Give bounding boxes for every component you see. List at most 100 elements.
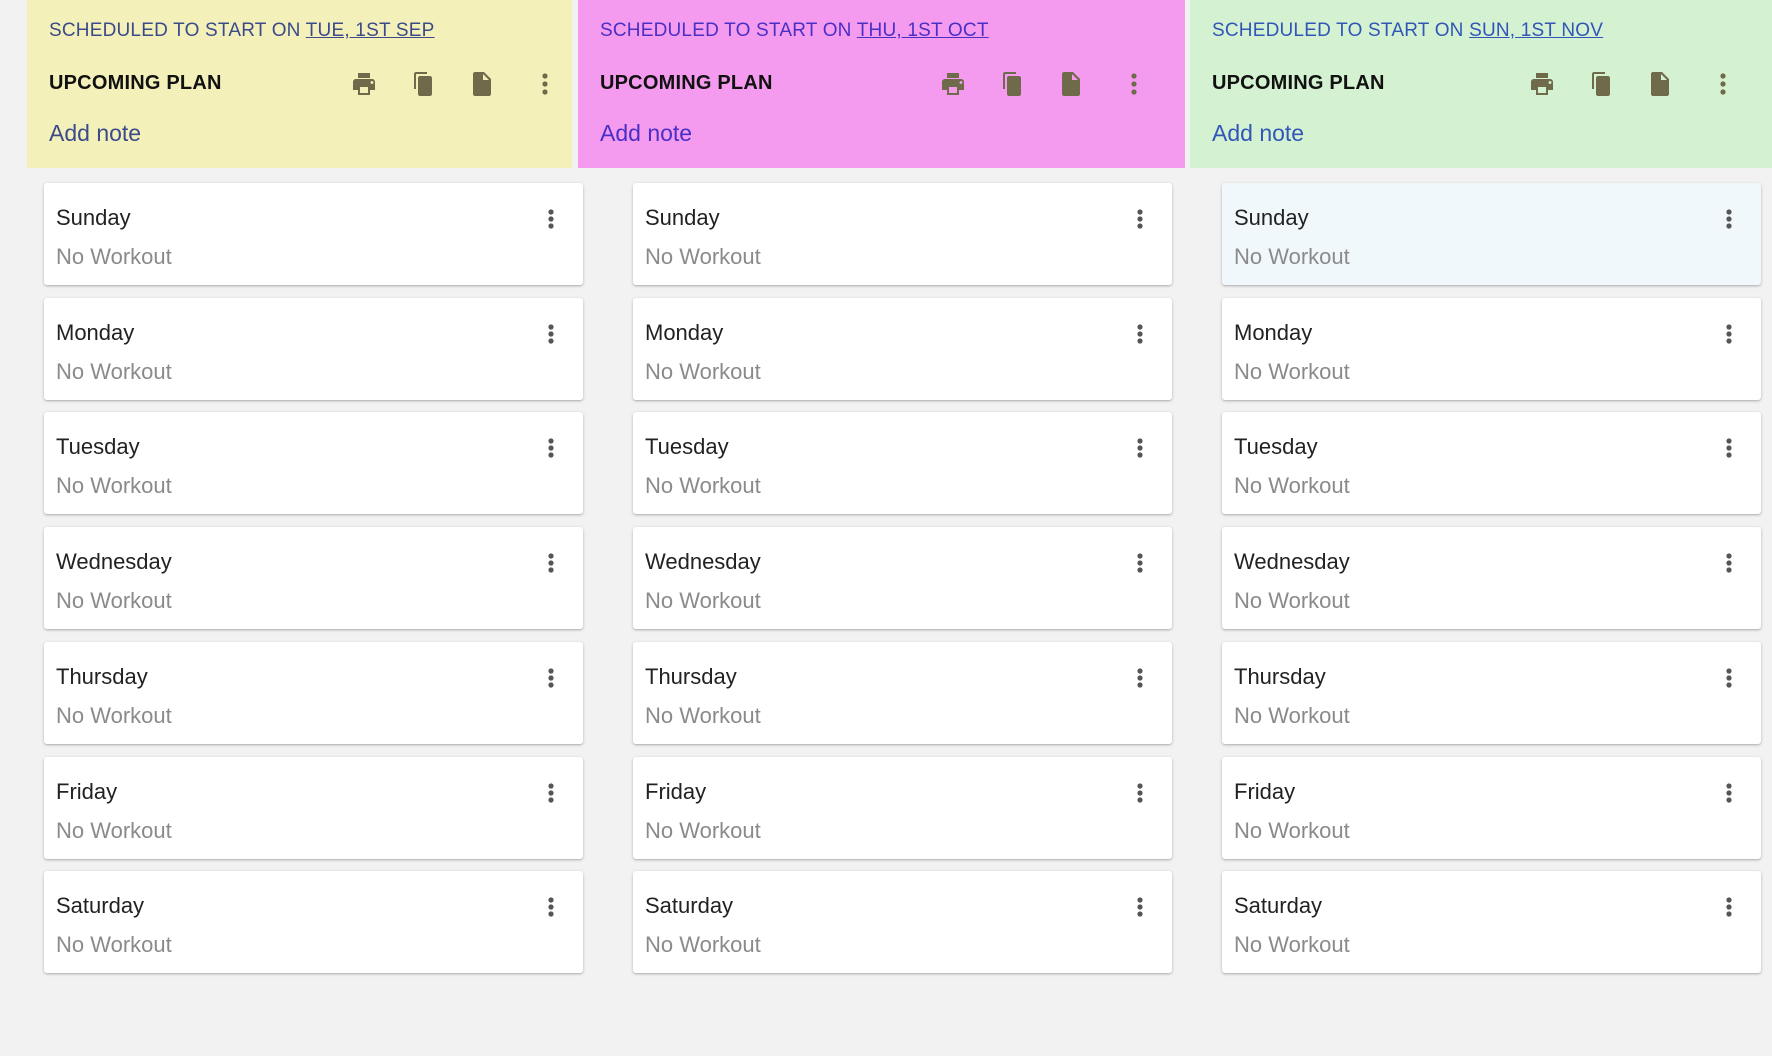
- workout-status: No Workout: [645, 359, 761, 384]
- day-card-tuesday[interactable]: Tuesday No Workout: [633, 412, 1172, 514]
- more-vert-icon[interactable]: [539, 203, 563, 235]
- document-icon[interactable]: [466, 68, 498, 100]
- document-icon[interactable]: [1055, 68, 1087, 100]
- copy-icon[interactable]: [1585, 68, 1617, 100]
- start-date-link[interactable]: THU, 1ST OCT: [857, 20, 989, 41]
- workout-status: No Workout: [56, 703, 172, 728]
- copy-icon[interactable]: [996, 68, 1028, 100]
- day-card-friday[interactable]: Friday No Workout: [44, 757, 583, 859]
- workout-status: No Workout: [56, 818, 172, 843]
- day-card-thursday[interactable]: Thursday No Workout: [1222, 642, 1761, 744]
- start-date-link[interactable]: SUN, 1ST NOV: [1469, 20, 1603, 41]
- day-card-monday[interactable]: Monday No Workout: [44, 298, 583, 400]
- more-vert-icon[interactable]: [1118, 68, 1150, 100]
- day-name: Friday: [56, 779, 118, 804]
- more-vert-icon[interactable]: [539, 432, 563, 464]
- day-card-saturday[interactable]: Saturday No Workout: [633, 871, 1172, 973]
- workout-status: No Workout: [56, 244, 172, 269]
- workout-status: No Workout: [645, 244, 761, 269]
- schedule-line: SCHEDULED TO START ON TUE, 1ST SEP: [49, 20, 435, 42]
- workout-status: No Workout: [56, 932, 172, 957]
- schedule-prefix: SCHEDULED TO START ON: [49, 20, 306, 41]
- more-vert-icon[interactable]: [529, 68, 561, 100]
- plan-header: SCHEDULED TO START ON TUE, 1ST SEP UPCOMI…: [27, 0, 572, 168]
- day-card-tuesday[interactable]: Tuesday No Workout: [1222, 412, 1761, 514]
- more-vert-icon[interactable]: [539, 318, 563, 350]
- print-icon[interactable]: [348, 68, 380, 100]
- more-vert-icon[interactable]: [1717, 891, 1741, 923]
- day-name: Saturday: [56, 893, 145, 918]
- workout-status: No Workout: [1234, 588, 1350, 613]
- more-vert-icon[interactable]: [1128, 547, 1152, 579]
- more-vert-icon[interactable]: [1717, 777, 1741, 809]
- day-card-monday[interactable]: Monday No Workout: [633, 298, 1172, 400]
- more-vert-icon[interactable]: [1717, 432, 1741, 464]
- plan-title: UPCOMING PLAN: [600, 72, 773, 94]
- workout-status: No Workout: [645, 932, 761, 957]
- workout-status: No Workout: [1234, 244, 1350, 269]
- plan-header: SCHEDULED TO START ON THU, 1ST OCT UPCOMI…: [578, 0, 1185, 168]
- add-note-link[interactable]: Add note: [49, 120, 141, 147]
- workout-status: No Workout: [645, 818, 761, 843]
- day-card-wednesday[interactable]: Wednesday No Workout: [633, 527, 1172, 629]
- workout-status: No Workout: [645, 473, 761, 498]
- day-card-thursday[interactable]: Thursday No Workout: [633, 642, 1172, 744]
- day-card-sunday[interactable]: Sunday No Workout: [1222, 183, 1761, 285]
- workout-status: No Workout: [645, 588, 761, 613]
- day-card-wednesday[interactable]: Wednesday No Workout: [44, 527, 583, 629]
- schedule-prefix: SCHEDULED TO START ON: [600, 20, 857, 41]
- day-name: Monday: [1234, 320, 1313, 345]
- more-vert-icon[interactable]: [539, 547, 563, 579]
- schedule-prefix: SCHEDULED TO START ON: [1212, 20, 1470, 41]
- day-card-saturday[interactable]: Saturday No Workout: [1222, 871, 1761, 973]
- more-vert-icon[interactable]: [1717, 547, 1741, 579]
- day-name: Sunday: [645, 205, 720, 230]
- day-name: Wednesday: [56, 549, 172, 574]
- workout-status: No Workout: [56, 473, 172, 498]
- day-name: Tuesday: [56, 434, 140, 459]
- more-vert-icon[interactable]: [1128, 318, 1152, 350]
- more-vert-icon[interactable]: [1128, 662, 1152, 694]
- more-vert-icon[interactable]: [539, 891, 563, 923]
- day-card-friday[interactable]: Friday No Workout: [1222, 757, 1761, 859]
- day-name: Thursday: [56, 664, 148, 689]
- day-card-friday[interactable]: Friday No Workout: [633, 757, 1172, 859]
- day-name: Thursday: [645, 664, 737, 689]
- plans-board: SCHEDULED TO START ON TUE, 1ST SEP UPCOMI…: [0, 0, 1772, 1056]
- more-vert-icon[interactable]: [1717, 662, 1741, 694]
- add-note-link[interactable]: Add note: [600, 120, 692, 147]
- start-date-link[interactable]: TUE, 1ST SEP: [306, 20, 435, 41]
- day-card-sunday[interactable]: Sunday No Workout: [633, 183, 1172, 285]
- more-vert-icon[interactable]: [1128, 203, 1152, 235]
- print-icon[interactable]: [1526, 68, 1558, 100]
- day-card-sunday[interactable]: Sunday No Workout: [44, 183, 583, 285]
- day-name: Friday: [645, 779, 707, 804]
- print-icon[interactable]: [937, 68, 969, 100]
- day-name: Sunday: [56, 205, 131, 230]
- copy-icon[interactable]: [407, 68, 439, 100]
- add-note-link[interactable]: Add note: [1212, 120, 1304, 147]
- day-card-wednesday[interactable]: Wednesday No Workout: [1222, 527, 1761, 629]
- day-name: Friday: [1234, 779, 1296, 804]
- more-vert-icon[interactable]: [1128, 777, 1152, 809]
- more-vert-icon[interactable]: [1128, 432, 1152, 464]
- day-name: Monday: [645, 320, 724, 345]
- workout-status: No Workout: [1234, 703, 1350, 728]
- more-vert-icon[interactable]: [539, 662, 563, 694]
- plan-title: UPCOMING PLAN: [1212, 72, 1385, 94]
- day-card-saturday[interactable]: Saturday No Workout: [44, 871, 583, 973]
- day-card-thursday[interactable]: Thursday No Workout: [44, 642, 583, 744]
- more-vert-icon[interactable]: [1717, 318, 1741, 350]
- document-icon[interactable]: [1644, 68, 1676, 100]
- day-name: Thursday: [1234, 664, 1326, 689]
- day-name: Wednesday: [645, 549, 761, 574]
- more-vert-icon[interactable]: [1707, 68, 1739, 100]
- more-vert-icon[interactable]: [539, 777, 563, 809]
- day-name: Monday: [56, 320, 135, 345]
- day-card-tuesday[interactable]: Tuesday No Workout: [44, 412, 583, 514]
- schedule-line: SCHEDULED TO START ON THU, 1ST OCT: [600, 20, 989, 42]
- workout-status: No Workout: [56, 359, 172, 384]
- more-vert-icon[interactable]: [1717, 203, 1741, 235]
- more-vert-icon[interactable]: [1128, 891, 1152, 923]
- day-card-monday[interactable]: Monday No Workout: [1222, 298, 1761, 400]
